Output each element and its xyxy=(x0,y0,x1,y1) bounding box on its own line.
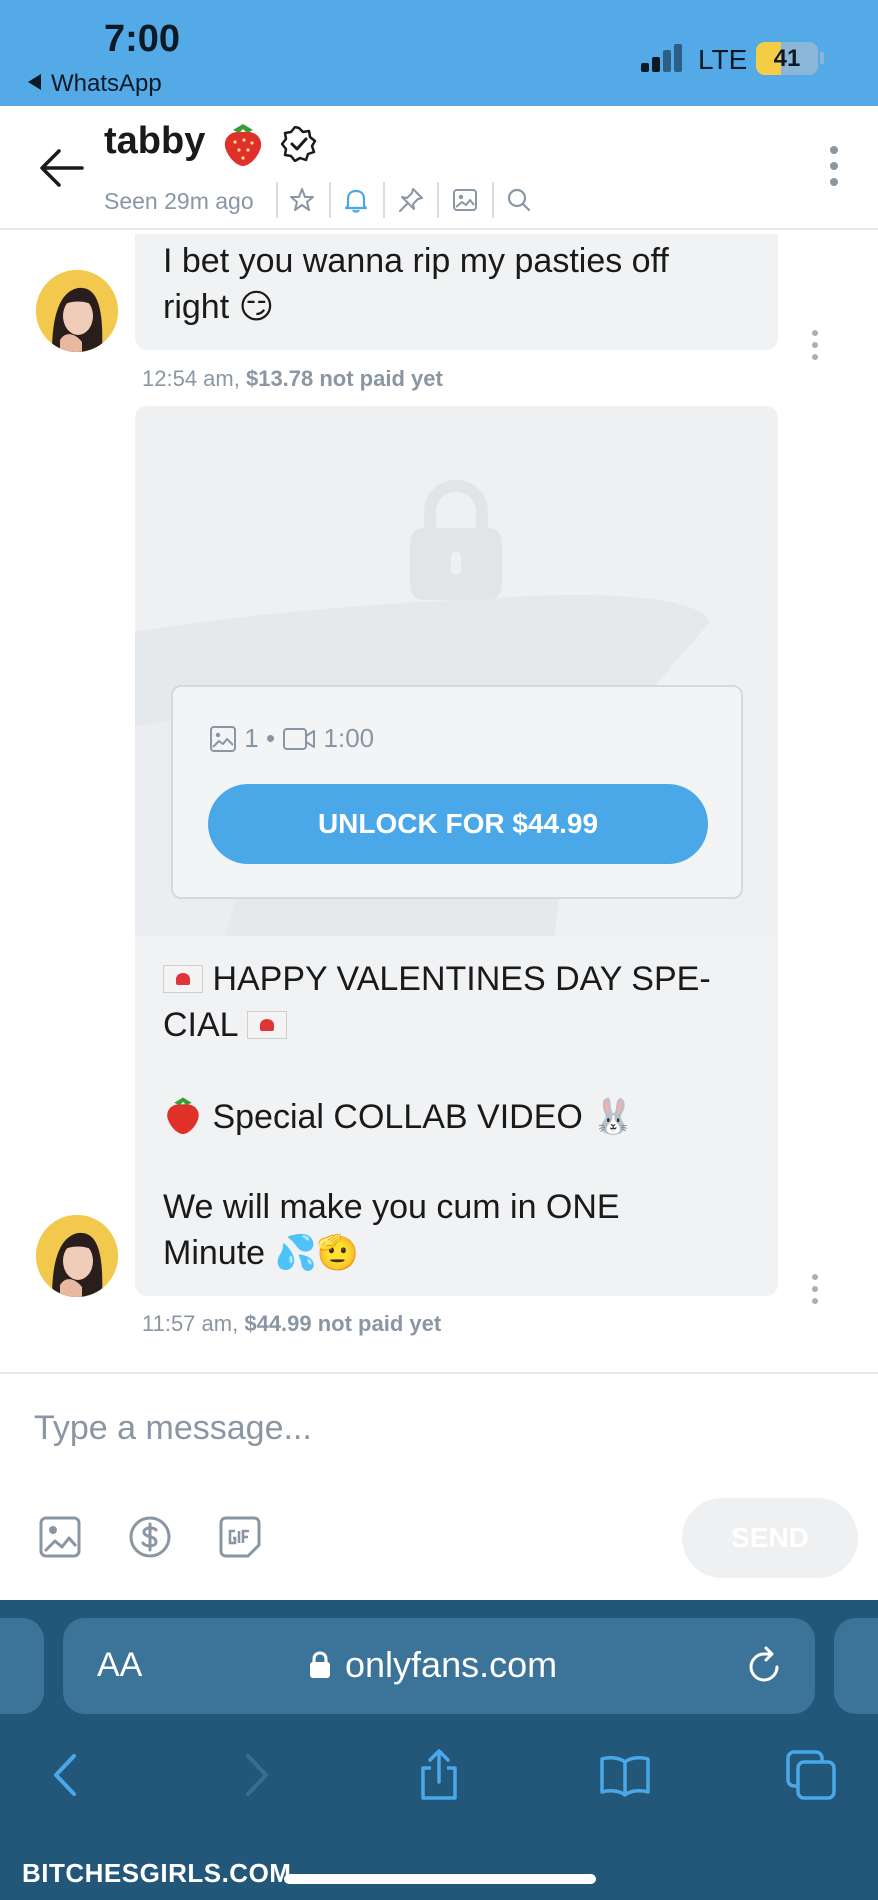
dollar-icon[interactable] xyxy=(128,1515,172,1559)
divider xyxy=(276,182,278,218)
reload-icon[interactable] xyxy=(745,1646,785,1686)
pin-icon[interactable] xyxy=(397,186,425,214)
text-size-button[interactable]: AA xyxy=(97,1646,142,1685)
message-text-line: right 😏 xyxy=(163,288,275,326)
photo-icon xyxy=(210,726,236,752)
message-time: 11:57 am, xyxy=(142,1311,239,1336)
contact-name[interactable]: tabby xyxy=(104,120,205,163)
divider xyxy=(383,182,385,218)
back-arrow-icon[interactable] xyxy=(38,146,84,190)
tabs-icon[interactable] xyxy=(784,1748,838,1802)
divider xyxy=(329,182,331,218)
divider xyxy=(437,182,439,218)
media-info: 1 • 1:00 xyxy=(209,723,374,754)
avatar-photo-icon xyxy=(36,270,118,352)
text-size-label: AA xyxy=(97,1646,143,1684)
back-to-app-link[interactable]: WhatsApp xyxy=(28,70,162,98)
image-icon[interactable] xyxy=(38,1515,82,1559)
message-meta: 11:57 am, $44.99 not paid yet xyxy=(142,1311,441,1337)
avatar[interactable] xyxy=(36,270,118,352)
separator-dot: • xyxy=(265,723,276,753)
caption-text: CIAL xyxy=(163,1006,238,1044)
back-triangle-icon xyxy=(28,74,41,90)
message-options-icon[interactable] xyxy=(812,1274,820,1304)
gif-icon[interactable] xyxy=(218,1515,262,1559)
divider xyxy=(492,182,494,218)
strawberry-emoji xyxy=(224,124,262,166)
share-icon[interactable] xyxy=(412,1748,466,1802)
back-app-label: WhatsApp xyxy=(51,70,162,97)
battery-icon: 41 xyxy=(756,42,818,75)
message-caption: HAPPY VALENTINES DAY SPE- CIAL Special C… xyxy=(135,936,778,1296)
caption-line: We will make you cum in ONE xyxy=(163,1188,620,1226)
signal-icon xyxy=(641,44,687,72)
search-icon[interactable] xyxy=(505,186,533,214)
locked-media-card: 1 • 1:00 UNLOCK FOR $44.99 xyxy=(135,406,778,936)
url-text[interactable]: onlyfans.com xyxy=(345,1644,557,1686)
message-bubble: I bet you wanna rip my pasties off right… xyxy=(135,234,778,350)
avatar-photo-icon xyxy=(36,1215,118,1297)
forward-icon[interactable] xyxy=(228,1748,282,1802)
verified-icon xyxy=(281,126,317,162)
lock-icon xyxy=(410,479,502,600)
chat-header: tabby Seen 29m ago xyxy=(0,106,878,230)
last-seen: Seen 29m ago xyxy=(104,188,254,214)
browser-toolbar: AA onlyfans.com BITCHESGIRLS.COM xyxy=(0,1600,878,1900)
video-icon xyxy=(283,728,316,750)
status-time: 7:00 xyxy=(104,18,181,60)
next-tab-preview[interactable] xyxy=(834,1618,878,1714)
previous-tab-preview[interactable] xyxy=(0,1618,44,1714)
message-options-icon[interactable] xyxy=(812,330,820,360)
battery-percent: 41 xyxy=(773,45,801,72)
message-price-status: $13.78 not paid yet xyxy=(245,366,443,391)
back-icon[interactable] xyxy=(40,1748,94,1802)
message-text-line: I bet you wanna rip my pasties off xyxy=(163,242,669,280)
message-time: 12:54 am, xyxy=(142,366,240,391)
bookmarks-icon[interactable] xyxy=(598,1748,652,1802)
photo-count: 1 xyxy=(244,723,259,753)
message-composer: SEND xyxy=(0,1372,878,1600)
send-button[interactable]: SEND xyxy=(682,1498,858,1578)
caption-line: Minute 💦🫡 xyxy=(163,1234,360,1272)
caption-text: HAPPY VALENTINES DAY SPE- xyxy=(212,960,711,998)
unlock-button[interactable]: UNLOCK FOR $44.99 xyxy=(208,784,708,864)
media-preview-box: 1 • 1:00 UNLOCK FOR $44.99 xyxy=(171,685,743,899)
star-icon[interactable] xyxy=(288,186,316,214)
caption-line: CIAL xyxy=(163,1002,750,1048)
image-icon[interactable] xyxy=(451,186,479,214)
caption-line: HAPPY VALENTINES DAY SPE- xyxy=(163,956,750,1002)
caption-line: Special COLLAB VIDEO 🐰 xyxy=(163,1092,750,1140)
strawberry-icon xyxy=(167,1097,199,1134)
home-indicator[interactable] xyxy=(284,1874,596,1884)
status-bar: 7:00 WhatsApp LTE 41 xyxy=(0,0,878,106)
more-options-icon[interactable] xyxy=(830,146,840,186)
watermark-text: BITCHESGIRLS.COM xyxy=(22,1858,292,1888)
message-price-status: $44.99 not paid yet xyxy=(244,1311,442,1336)
video-length: 1:00 xyxy=(323,723,375,753)
bell-icon[interactable] xyxy=(342,186,370,214)
message-meta: 12:54 am, $13.78 not paid yet xyxy=(142,366,443,392)
message-input[interactable] xyxy=(34,1388,834,1468)
address-bar[interactable]: AA onlyfans.com xyxy=(63,1618,815,1714)
lock-icon xyxy=(310,1651,330,1678)
caption-text: Special COLLAB VIDEO 🐰 xyxy=(212,1098,635,1136)
love-letter-icon xyxy=(163,965,203,993)
network-label: LTE xyxy=(698,44,748,75)
battery-tip xyxy=(820,52,824,64)
avatar[interactable] xyxy=(36,1215,118,1297)
love-letter-icon xyxy=(246,1011,287,1039)
